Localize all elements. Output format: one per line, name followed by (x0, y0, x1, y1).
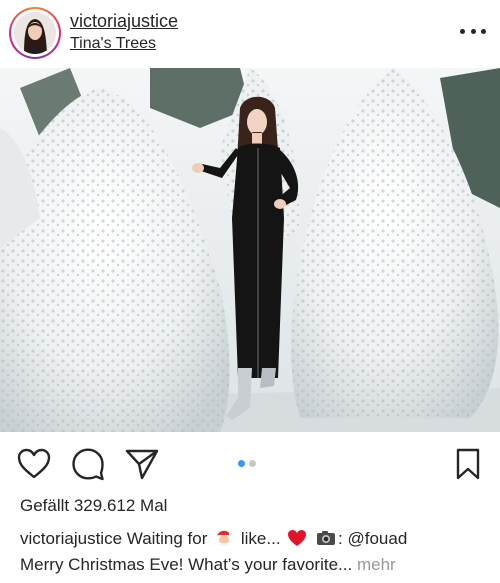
caption: victoriajustice Waiting for like... : @f… (20, 526, 490, 578)
avatar[interactable] (14, 12, 56, 54)
red-heart-emoji-icon (287, 528, 307, 548)
comment-icon[interactable] (70, 446, 106, 482)
caption-username[interactable]: victoriajustice (20, 529, 122, 548)
story-ring[interactable] (9, 7, 61, 59)
username-link[interactable]: victoriajustice (70, 11, 178, 32)
avatar-frame (11, 9, 59, 57)
likes-count[interactable]: Gefällt 329.612 Mal (20, 496, 167, 516)
location-link[interactable]: Tina's Trees (70, 35, 156, 53)
carousel-dot-active (238, 460, 245, 467)
caption-more-link[interactable]: mehr (357, 555, 396, 574)
caption-text-3[interactable]: : @fouad (338, 529, 407, 548)
carousel-indicator (238, 460, 256, 467)
more-dot (481, 28, 486, 34)
carousel-dot (249, 460, 256, 467)
caption-text-1: Waiting for (126, 529, 208, 548)
more-options-icon[interactable] (460, 24, 486, 38)
caption-text-2: like... (240, 529, 281, 548)
more-dot (470, 28, 476, 34)
santa-emoji-icon (214, 528, 234, 548)
bookmark-icon[interactable] (450, 446, 486, 482)
camera-emoji-icon (316, 528, 336, 548)
action-bar (0, 438, 500, 490)
more-dot (460, 28, 465, 34)
heart-outline-icon[interactable] (16, 446, 52, 482)
caption-text-line2: Merry Christmas Eve! What’s your favorit… (20, 555, 353, 574)
paper-plane-icon[interactable] (124, 446, 160, 482)
post-header: victoriajustice Tina's Trees (0, 0, 500, 68)
post-photo[interactable] (0, 68, 500, 432)
